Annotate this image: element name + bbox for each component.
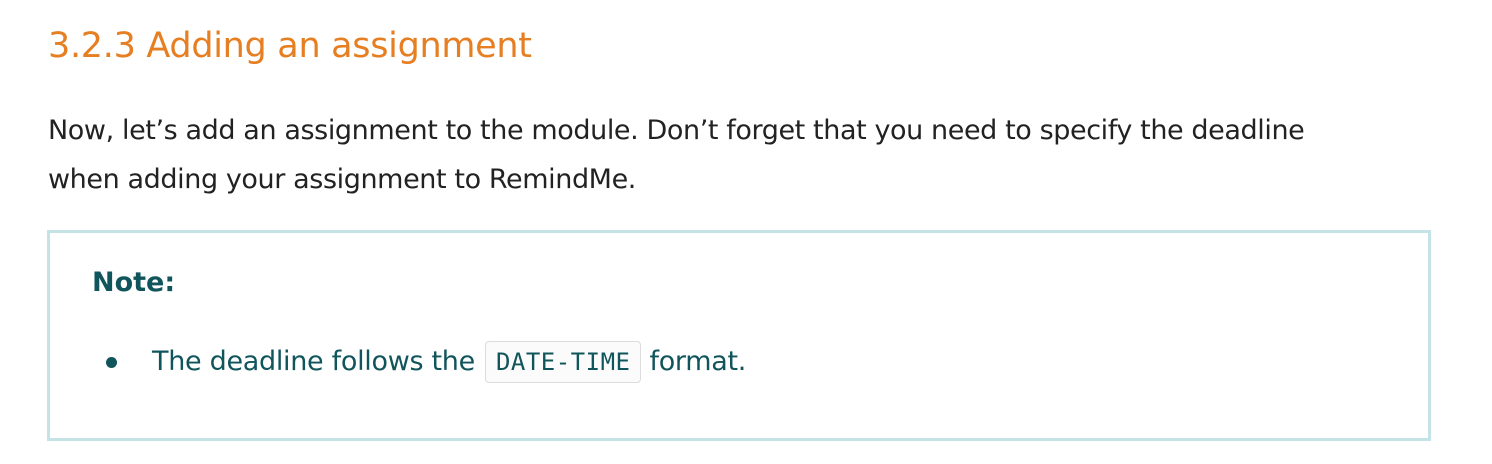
note-item-text-before: The deadline follows the — [152, 346, 475, 377]
note-list: The deadline follows the DATE-TIME forma… — [106, 337, 747, 387]
inline-code-date-time: DATE-TIME — [484, 341, 642, 383]
section-heading: 3.2.3 Adding an assignment — [48, 26, 532, 66]
intro-line-2: when adding your assignment to RemindMe. — [48, 164, 636, 195]
bullet-icon — [106, 357, 117, 368]
note-box: Note: The deadline follows the DATE-TIME… — [47, 230, 1431, 441]
note-item-text-after: format. — [649, 346, 747, 377]
intro-line-1: Now, let’s add an assignment to the modu… — [48, 115, 1305, 146]
note-list-item: The deadline follows the DATE-TIME forma… — [106, 337, 747, 387]
intro-paragraph: Now, let’s add an assignment to the modu… — [48, 106, 1448, 204]
note-title: Note: — [92, 267, 176, 298]
